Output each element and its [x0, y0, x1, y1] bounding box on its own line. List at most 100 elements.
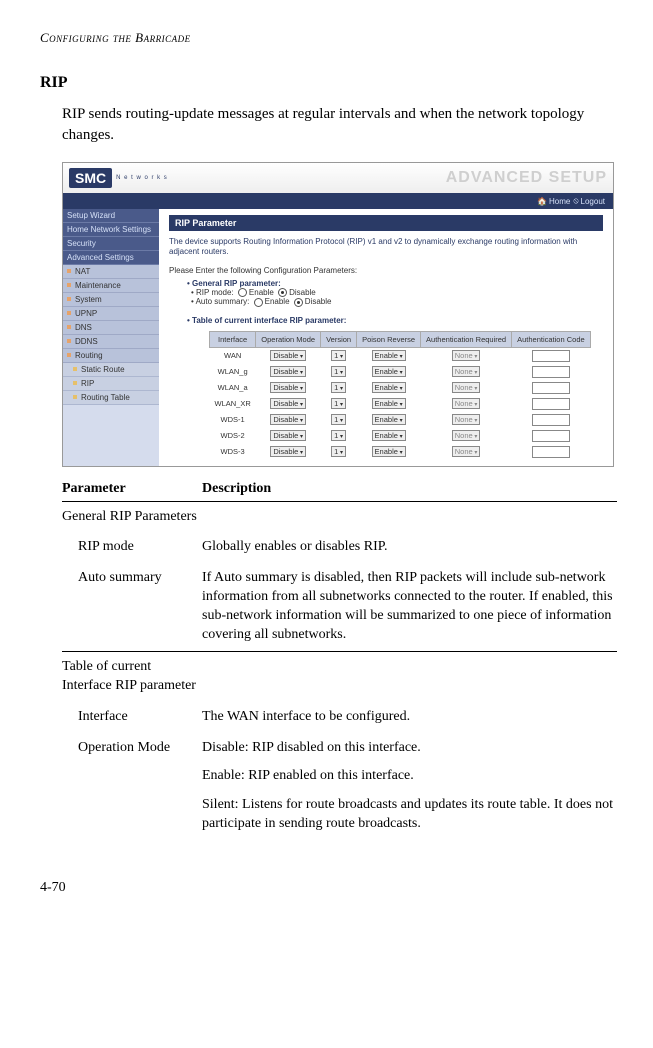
nav-routing[interactable]: Routing: [63, 349, 159, 363]
intro-paragraph: RIP sends routing-update messages at reg…: [62, 104, 613, 146]
param-name: Interface: [62, 702, 202, 733]
auth-select[interactable]: None: [452, 350, 481, 361]
auth-select[interactable]: None: [452, 382, 481, 393]
rip-disable-radio[interactable]: [278, 288, 287, 297]
poison-select[interactable]: Enable: [372, 382, 406, 393]
param-desc: If Auto summary is disabled, then RIP pa…: [202, 563, 617, 651]
poison-select[interactable]: Enable: [372, 414, 406, 425]
parameter-table: Parameter Description General RIP Parame…: [62, 477, 617, 851]
opmode-select[interactable]: Disable: [270, 446, 306, 457]
cell-if: WDS-1: [210, 412, 256, 428]
rip-row: WDS-2 Disable 1 Enable None: [210, 428, 591, 444]
rip-row: WLAN_XRDisable1EnableNone: [210, 396, 591, 412]
nav-maintenance[interactable]: Maintenance: [63, 279, 159, 293]
section-title: RIP: [40, 74, 613, 92]
param-row: Table of current Interface RIP parameter: [62, 651, 617, 701]
auth-select[interactable]: None: [452, 430, 481, 441]
param-name: RIP mode: [62, 532, 202, 563]
smc-logo: SMC N e t w o r k s: [69, 168, 168, 188]
logo-text: SMC: [69, 168, 112, 188]
version-select[interactable]: 1: [331, 350, 346, 361]
cell-if: WAN: [210, 347, 256, 364]
version-select[interactable]: 1: [331, 414, 346, 425]
param-desc: Disable: RIP disabled on this interface.…: [202, 733, 617, 851]
poison-select[interactable]: Enable: [372, 446, 406, 457]
opmode-select[interactable]: Disable: [270, 366, 306, 377]
poison-select[interactable]: Enable: [372, 366, 406, 377]
screenshot-main: RIP Parameter The device supports Routin…: [159, 209, 613, 466]
authcode-input[interactable]: [532, 350, 570, 362]
nav-static-route[interactable]: Static Route: [63, 363, 159, 377]
running-head: Configuring the Barricade: [40, 30, 613, 46]
auto-enable-radio[interactable]: [254, 298, 263, 307]
version-select[interactable]: 1: [331, 366, 346, 377]
interface-rip-table: Interface Operation Mode Version Poison …: [209, 331, 591, 460]
nav-nat[interactable]: NAT: [63, 265, 159, 279]
param-row: InterfaceThe WAN interface to be configu…: [62, 702, 617, 733]
version-select[interactable]: 1: [331, 430, 346, 441]
cell-if: WDS-2: [210, 428, 256, 444]
param-name: Auto summary: [62, 563, 202, 651]
auth-select[interactable]: None: [452, 398, 481, 409]
param-desc: The WAN interface to be configured.: [202, 702, 617, 733]
param-desc: Globally enables or disables RIP.: [202, 532, 617, 563]
th-description: Description: [202, 477, 617, 502]
auto-disable-radio[interactable]: [294, 298, 303, 307]
auth-select[interactable]: None: [452, 366, 481, 377]
authcode-input[interactable]: [532, 366, 570, 378]
col-authcode: Authentication Code: [512, 331, 591, 347]
param-name: Table of current Interface RIP parameter: [62, 651, 202, 701]
opmode-select[interactable]: Disable: [270, 430, 306, 441]
param-name: General RIP Parameters: [62, 501, 202, 532]
nav-home-network[interactable]: Home Network Settings: [63, 223, 159, 237]
nav-system[interactable]: System: [63, 293, 159, 307]
home-link[interactable]: 🏠 Home: [537, 197, 570, 206]
param-row: Auto summaryIf Auto summary is disabled,…: [62, 563, 617, 651]
logo-subtext: N e t w o r k s: [116, 175, 168, 181]
rip-row: WLAN_aDisable1EnableNone: [210, 380, 591, 396]
opmode-select[interactable]: Disable: [270, 382, 306, 393]
screenshot-topbar: SMC N e t w o r k s ADVANCED SETUP: [63, 163, 613, 193]
nav-setup-wizard[interactable]: Setup Wizard: [63, 209, 159, 223]
version-select[interactable]: 1: [331, 446, 346, 457]
nav-security[interactable]: Security: [63, 237, 159, 251]
authcode-input[interactable]: [532, 414, 570, 426]
col-version: Version: [321, 331, 357, 347]
poison-select[interactable]: Enable: [372, 398, 406, 409]
nav-routing-table[interactable]: Routing Table: [63, 391, 159, 405]
group2-title: • Table of current interface RIP paramet…: [187, 316, 603, 325]
nav-dns[interactable]: DNS: [63, 321, 159, 335]
panel-note: The device supports Routing Information …: [169, 237, 603, 258]
logout-link[interactable]: ⦸ Logout: [573, 196, 605, 206]
sidebar: Setup Wizard Home Network Settings Secur…: [63, 209, 159, 466]
opmode-select[interactable]: Disable: [270, 414, 306, 425]
poison-select[interactable]: Enable: [372, 350, 406, 361]
auto-summary-row: • Auto summary: Enable Disable: [191, 297, 603, 306]
col-interface: Interface: [210, 331, 256, 347]
auth-select[interactable]: None: [452, 446, 481, 457]
screenshot-homebar: 🏠 Home ⦸ Logout: [63, 193, 613, 209]
poison-select[interactable]: Enable: [372, 430, 406, 441]
col-poison: Poison Reverse: [357, 331, 421, 347]
opmode-select[interactable]: Disable: [270, 398, 306, 409]
rip-enable-radio[interactable]: [238, 288, 247, 297]
nav-advanced[interactable]: Advanced Settings: [63, 251, 159, 265]
version-select[interactable]: 1: [331, 398, 346, 409]
authcode-input[interactable]: [532, 398, 570, 410]
router-screenshot: SMC N e t w o r k s ADVANCED SETUP 🏠 Hom…: [62, 162, 614, 467]
auth-select[interactable]: None: [452, 414, 481, 425]
rip-row: WDS-1 Disable 1 Enable None: [210, 412, 591, 428]
th-parameter: Parameter: [62, 477, 202, 502]
nav-ddns[interactable]: DDNS: [63, 335, 159, 349]
authcode-input[interactable]: [532, 382, 570, 394]
nav-upnp[interactable]: UPNP: [63, 307, 159, 321]
authcode-input[interactable]: [532, 430, 570, 442]
panel-intro: Please Enter the following Configuration…: [169, 266, 603, 275]
nav-rip[interactable]: RIP: [63, 377, 159, 391]
rip-row: WLAN_gDisable1EnableNone: [210, 364, 591, 380]
authcode-input[interactable]: [532, 446, 570, 458]
opmode-select[interactable]: Disable: [270, 350, 306, 361]
version-select[interactable]: 1: [331, 382, 346, 393]
param-desc: [202, 651, 617, 701]
col-opmode: Operation Mode: [256, 331, 321, 347]
